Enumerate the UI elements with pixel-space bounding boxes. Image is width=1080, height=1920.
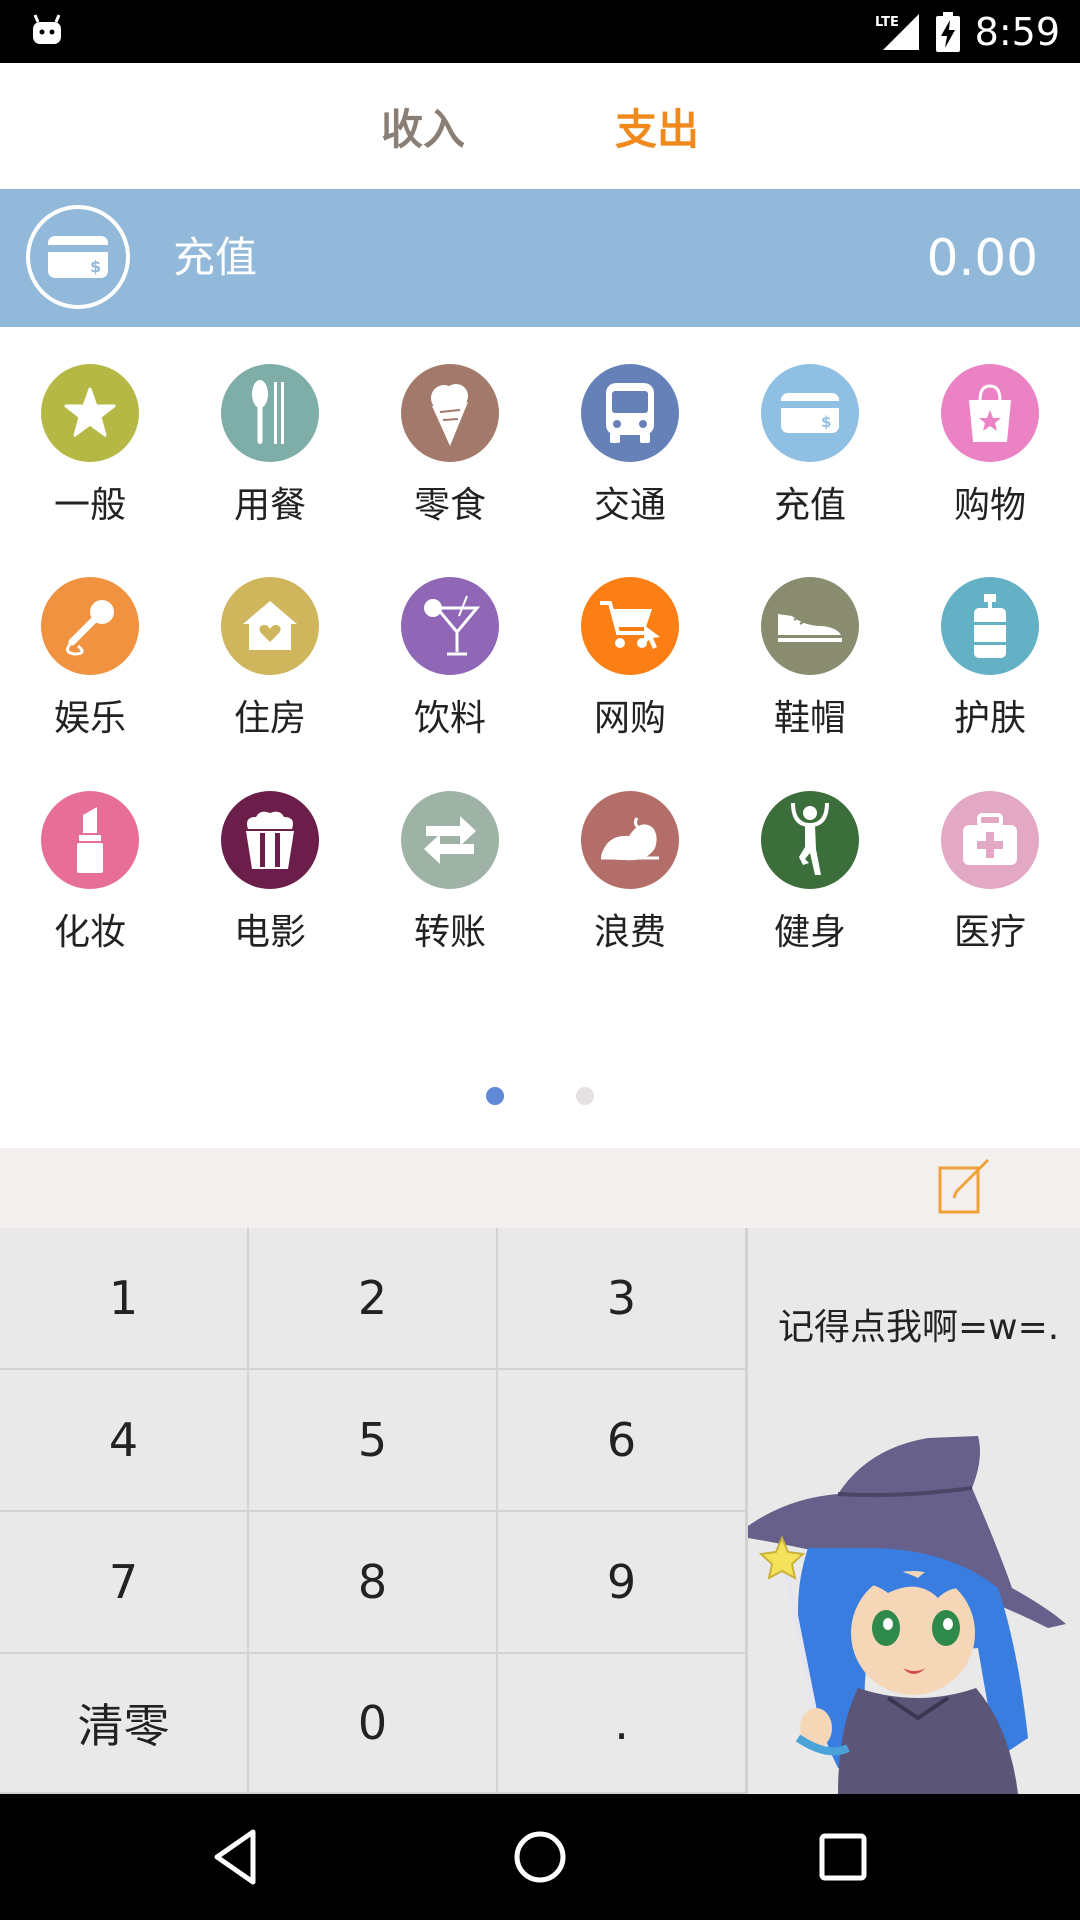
page-dot-active[interactable] — [486, 1087, 504, 1105]
category-label: 护肤 — [953, 698, 1026, 739]
amount-display: 0.00 — [926, 229, 1038, 287]
system-nav-bar — [0, 1794, 1080, 1920]
category-label: 用餐 — [233, 485, 306, 526]
network-label: LTE — [875, 15, 899, 30]
category-transport[interactable]: 交通 — [540, 327, 720, 526]
key-4[interactable]: 4 — [0, 1370, 249, 1512]
selected-category-icon-ring: $ — [26, 205, 130, 309]
category-label: 医疗 — [953, 912, 1026, 953]
card-icon: $ — [48, 236, 108, 278]
confirm-hint: 记得点我啊=w=. — [778, 1307, 1060, 1348]
category-movies[interactable]: 电影 — [180, 754, 360, 953]
cocktail-icon — [401, 577, 499, 675]
category-recharge[interactable]: $ 充值 — [720, 327, 900, 526]
category-grid: 一般 用餐 零食 交通 $ 充值 购物 娱乐 住房 饮料 网购 鞋帽 护肤 化妆… — [0, 327, 1080, 1047]
transfer-icon — [401, 791, 499, 889]
fitness-icon — [761, 791, 859, 889]
microphone-icon — [41, 577, 139, 675]
selected-category-bar: $ 充值 0.00 — [0, 189, 1080, 327]
category-label: 一般 — [53, 485, 126, 526]
selected-category-label: 充值 — [173, 233, 258, 282]
svg-text:$: $ — [90, 257, 101, 276]
key-6[interactable]: 6 — [498, 1370, 747, 1512]
popcorn-icon — [221, 791, 319, 889]
category-label: 购物 — [953, 485, 1026, 526]
back-icon[interactable] — [203, 1824, 269, 1890]
category-makeup[interactable]: 化妆 — [0, 754, 180, 953]
confirm-button[interactable]: 记得点我啊=w=. — [746, 1228, 1080, 1794]
category-label: 化妆 — [53, 912, 126, 953]
status-bar: LTE 8:59 — [0, 0, 1080, 63]
category-snacks[interactable]: 零食 — [360, 327, 540, 526]
key-decimal[interactable]: . — [498, 1654, 747, 1794]
category-label: 浪费 — [593, 912, 666, 953]
category-label: 网购 — [593, 698, 666, 739]
star-icon — [41, 364, 139, 462]
house-icon — [221, 577, 319, 675]
battery-charging-icon — [935, 11, 960, 52]
tab-income[interactable]: 收入 — [381, 96, 465, 157]
bottle-icon — [941, 577, 1039, 675]
category-fitness[interactable]: 健身 — [720, 754, 900, 953]
shopping-bag-icon — [941, 364, 1039, 462]
ice-cream-icon — [401, 364, 499, 462]
key-2[interactable]: 2 — [249, 1228, 498, 1370]
category-skincare[interactable]: 护肤 — [900, 540, 1080, 739]
page-indicator — [0, 1087, 1080, 1107]
key-8[interactable]: 8 — [249, 1512, 498, 1654]
svg-text:$: $ — [821, 413, 831, 431]
recents-icon[interactable] — [810, 1824, 876, 1890]
category-dining[interactable]: 用餐 — [180, 327, 360, 526]
type-tabs: 收入 支出 — [0, 63, 1080, 189]
category-housing[interactable]: 住房 — [180, 540, 360, 739]
category-label: 健身 — [773, 912, 846, 953]
lte-signal-icon: LTE — [875, 13, 919, 50]
category-label: 饮料 — [413, 698, 486, 739]
category-transfer[interactable]: 转账 — [360, 754, 540, 953]
category-label: 充值 — [773, 485, 846, 526]
bus-icon — [581, 364, 679, 462]
category-drinks[interactable]: 饮料 — [360, 540, 540, 739]
category-shopping[interactable]: 购物 — [900, 327, 1080, 526]
key-9[interactable]: 9 — [498, 1512, 747, 1654]
lipstick-icon — [41, 791, 139, 889]
category-general[interactable]: 一般 — [0, 327, 180, 526]
category-label: 电影 — [233, 912, 306, 953]
category-label: 鞋帽 — [773, 698, 846, 739]
key-3[interactable]: 3 — [498, 1228, 747, 1370]
medical-kit-icon — [941, 791, 1039, 889]
category-online-shopping[interactable]: 网购 — [540, 540, 720, 739]
category-medical[interactable]: 医疗 — [900, 754, 1080, 953]
shoe-icon — [761, 577, 859, 675]
key-clear[interactable]: 清零 — [0, 1654, 249, 1794]
numeric-keypad: 1 2 3 4 5 6 7 8 9 清零 0 . 记得点我啊=w=. — [0, 1228, 1080, 1794]
page-dot[interactable] — [576, 1087, 594, 1105]
key-7[interactable]: 7 — [0, 1512, 249, 1654]
category-label: 零食 — [413, 485, 486, 526]
card-icon: $ — [761, 364, 859, 462]
category-label: 交通 — [593, 485, 666, 526]
tab-expense[interactable]: 支出 — [615, 96, 699, 157]
edit-note-icon[interactable] — [936, 1158, 992, 1216]
chicken-icon — [581, 791, 679, 889]
cart-icon — [581, 577, 679, 675]
category-entertainment[interactable]: 娱乐 — [0, 540, 180, 739]
key-1[interactable]: 1 — [0, 1228, 249, 1370]
category-label: 住房 — [233, 698, 306, 739]
category-label: 娱乐 — [53, 698, 126, 739]
key-5[interactable]: 5 — [249, 1370, 498, 1512]
home-icon[interactable] — [507, 1824, 573, 1890]
android-notification-icon — [33, 14, 61, 44]
category-shoes-hats[interactable]: 鞋帽 — [720, 540, 900, 739]
witch-girl-mascot — [748, 1436, 1066, 1794]
note-bar — [0, 1148, 1080, 1228]
spoon-fork-icon — [221, 364, 319, 462]
category-label: 转账 — [413, 912, 486, 953]
clock: 8:59 — [974, 9, 1060, 54]
key-0[interactable]: 0 — [249, 1654, 498, 1794]
category-waste[interactable]: 浪费 — [540, 754, 720, 953]
